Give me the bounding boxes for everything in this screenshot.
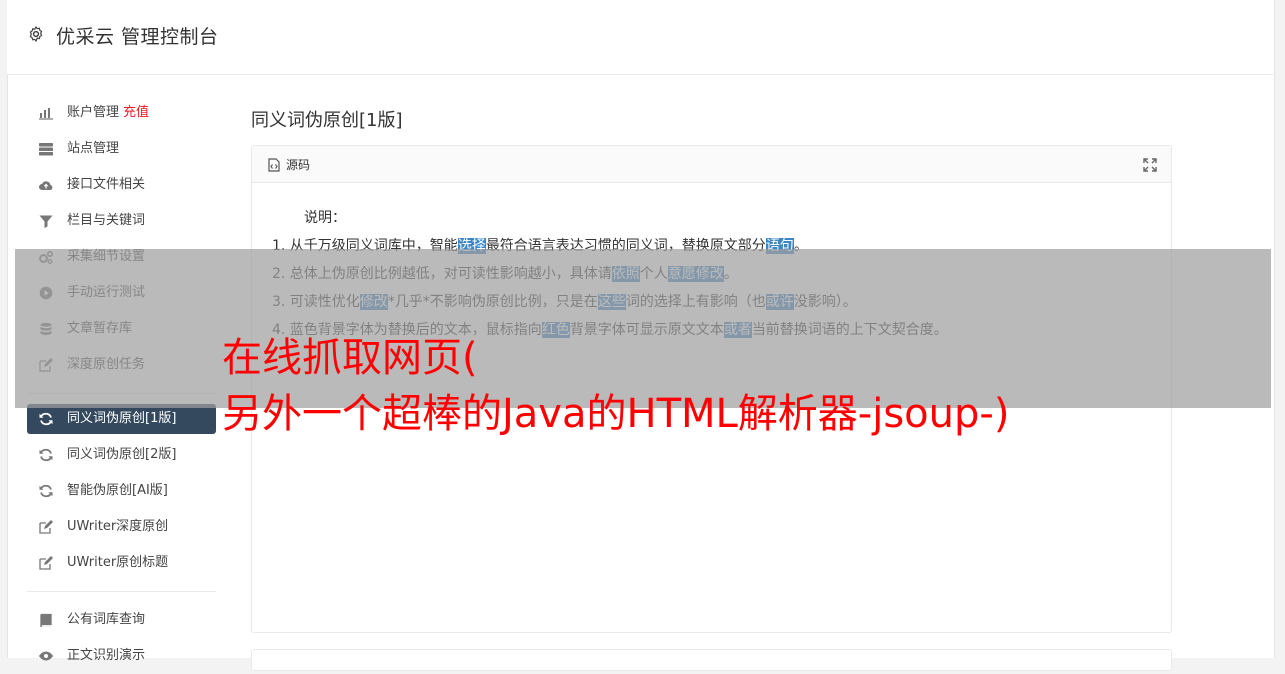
sidebar-item-label: 账户管理 (67, 105, 120, 120)
edit-icon (39, 556, 53, 570)
panel-title: 源码 (286, 158, 311, 172)
sidebar-item-label: 同义词伪原创[2版] (67, 447, 177, 462)
sidebar-item[interactable]: UWriter原创标题 (27, 545, 216, 581)
refresh-icon (39, 484, 53, 498)
banner-line-2: 另外一个超棒的Java的HTML解析器-jsoup-) (222, 391, 1010, 437)
panel-header: 源码 (252, 146, 1171, 183)
cloud-upload-icon (39, 181, 53, 190)
sidebar-item-label: 站点管理 (67, 141, 120, 156)
sidebar-item[interactable]: 接口文件相关 (27, 167, 216, 203)
bar-chart-icon (39, 108, 53, 120)
sidebar-item-label: 接口文件相关 (67, 177, 146, 192)
refresh-icon (39, 448, 53, 462)
sidebar-item-label: 同义词伪原创[1版] (67, 411, 177, 426)
recharge-link[interactable]: 充值 (123, 105, 149, 120)
sidebar-item[interactable]: 同义词伪原创[2版] (27, 437, 216, 473)
sidebar-item-label: 栏目与关键词 (67, 213, 146, 228)
code-file-icon (268, 158, 280, 172)
refresh-icon (39, 412, 53, 426)
description-title: 说明： (304, 210, 346, 226)
second-panel (251, 649, 1172, 671)
eye-icon (39, 651, 53, 661)
sidebar-item-label: 正文识别演示 (67, 648, 146, 663)
app-title: 优采云 管理控制台 (56, 26, 219, 48)
page-title: 同义词伪原创[1版] (251, 110, 403, 131)
sidebar-item[interactable]: 同义词伪原创[1版] (27, 404, 216, 434)
sidebar-item[interactable]: 正文识别演示 (27, 638, 216, 674)
sidebar-item[interactable]: UWriter深度原创 (27, 509, 216, 545)
sidebar-item-label: 智能伪原创[AI版] (67, 483, 168, 498)
sidebar-item[interactable]: 账户管理 充值 (27, 95, 216, 131)
filter-icon (39, 215, 53, 228)
sidebar-item[interactable]: 站点管理 (27, 131, 216, 167)
sidebar-divider (27, 591, 216, 592)
book-icon (40, 613, 52, 627)
gear-icon[interactable] (27, 25, 45, 43)
sidebar-item[interactable]: 公有词库查询 (27, 602, 216, 638)
sidebar-item[interactable]: 智能伪原创[AI版] (27, 473, 216, 509)
banner-line-1: 在线抓取网页( (222, 335, 478, 381)
expand-icon[interactable] (1143, 158, 1157, 172)
server-icon (39, 143, 53, 156)
banner-text: 在线抓取网页( 另外一个超棒的Java的HTML解析器-jsoup-) (222, 330, 1009, 442)
sidebar-item[interactable]: 栏目与关键词 (27, 203, 216, 239)
edit-icon (39, 520, 53, 534)
sidebar-item-label: UWriter原创标题 (67, 555, 169, 570)
top-bar: 优采云 管理控制台 (7, 0, 1273, 75)
sidebar-item-label: 公有词库查询 (67, 612, 146, 627)
sidebar-item-label: UWriter深度原创 (67, 519, 169, 534)
